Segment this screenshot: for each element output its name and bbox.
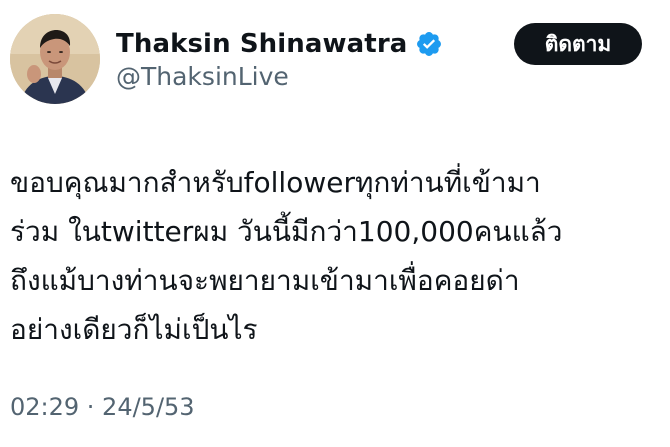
tweet-text-line: ขอบคุณมากสำหรับfollowerทุกท่านที่เข้ามา [10, 166, 541, 199]
follow-button[interactable]: ติดตาม [514, 23, 642, 65]
tweet-text-line: ร่วม ในtwitterผม วันนี้มีกว่า100,000คนแล… [10, 215, 563, 248]
display-name[interactable]: Thaksin Shinawatra [116, 29, 407, 59]
tweet-text-line: ถึงแม้บางท่านจะพยายามเข้ามาเพื่อคอยด่า [10, 264, 520, 297]
tweet-timestamp[interactable]: 02:29 · 24/5/53 [10, 393, 195, 421]
name-row: Thaksin Shinawatra [116, 24, 443, 64]
profile-photo-icon [10, 14, 100, 104]
tweet-text-line: อย่างเดียวก็ไม่เป็นไร [10, 313, 258, 346]
user-handle[interactable]: @ThaksinLive [116, 62, 289, 91]
tweet-text: ขอบคุณมากสำหรับfollowerทุกท่านที่เข้ามา … [10, 158, 660, 354]
avatar[interactable] [10, 14, 100, 104]
tweet-card: Thaksin Shinawatra @ThaksinLive ติดตาม ข… [0, 0, 670, 447]
verified-badge-icon [415, 30, 443, 58]
